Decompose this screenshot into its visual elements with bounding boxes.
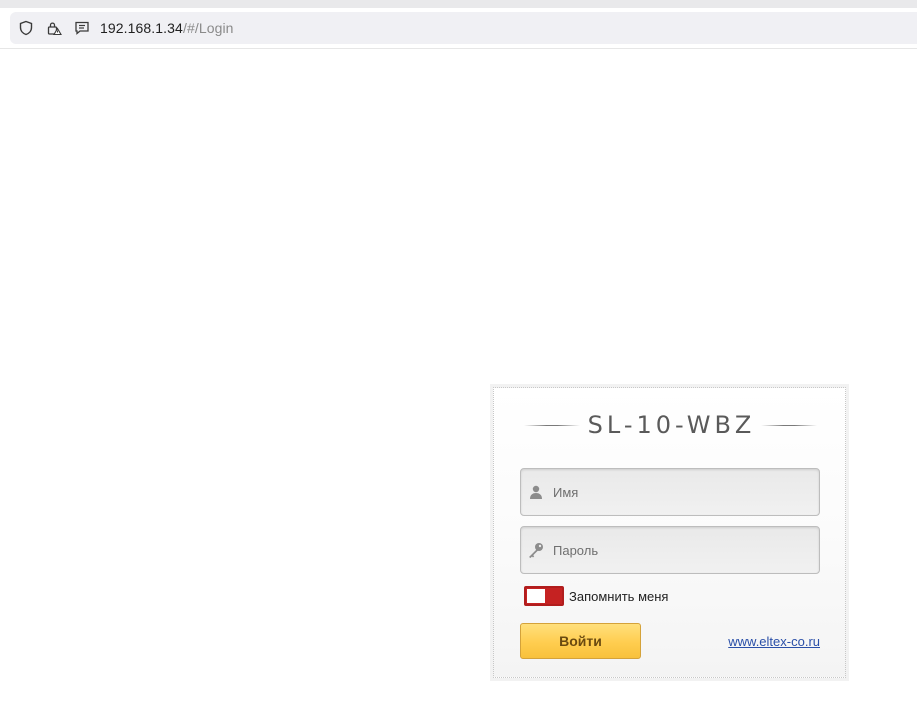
key-icon (527, 541, 545, 559)
toggle-knob (527, 589, 545, 603)
title-left-line (524, 424, 580, 426)
login-button[interactable]: Войти (520, 623, 641, 659)
username-input[interactable] (551, 483, 805, 501)
password-field[interactable] (520, 526, 820, 574)
device-title-row: SL-10-WBZ (524, 410, 817, 440)
address-bar[interactable]: 192.168.1.34/#/Login (10, 12, 917, 44)
device-title: SL-10-WBZ (587, 411, 756, 439)
url-text[interactable]: 192.168.1.34/#/Login (100, 20, 234, 36)
login-panel: SL-10-WBZ Имя Запомнить меня Войти www.e… (493, 387, 846, 678)
shield-icon[interactable] (18, 20, 34, 36)
toolbar-divider (0, 48, 917, 49)
remember-me[interactable]: Запомнить меня (524, 586, 668, 606)
remember-toggle[interactable] (524, 586, 564, 606)
password-input[interactable] (551, 541, 805, 559)
login-box: SL-10-WBZ Имя Запомнить меня Войти www.e… (490, 384, 849, 681)
title-right-line (761, 424, 817, 426)
url-host: 192.168.1.34 (100, 20, 183, 36)
lock-warning-icon[interactable] (46, 20, 62, 36)
browser-top-strip (0, 0, 917, 8)
eltex-site-link[interactable]: www.eltex-co.ru (728, 634, 820, 649)
reader-icon[interactable] (74, 20, 90, 36)
url-path: /#/Login (182, 20, 234, 36)
remember-label: Запомнить меня (569, 588, 669, 604)
user-icon (527, 483, 545, 501)
username-field[interactable] (520, 468, 820, 516)
